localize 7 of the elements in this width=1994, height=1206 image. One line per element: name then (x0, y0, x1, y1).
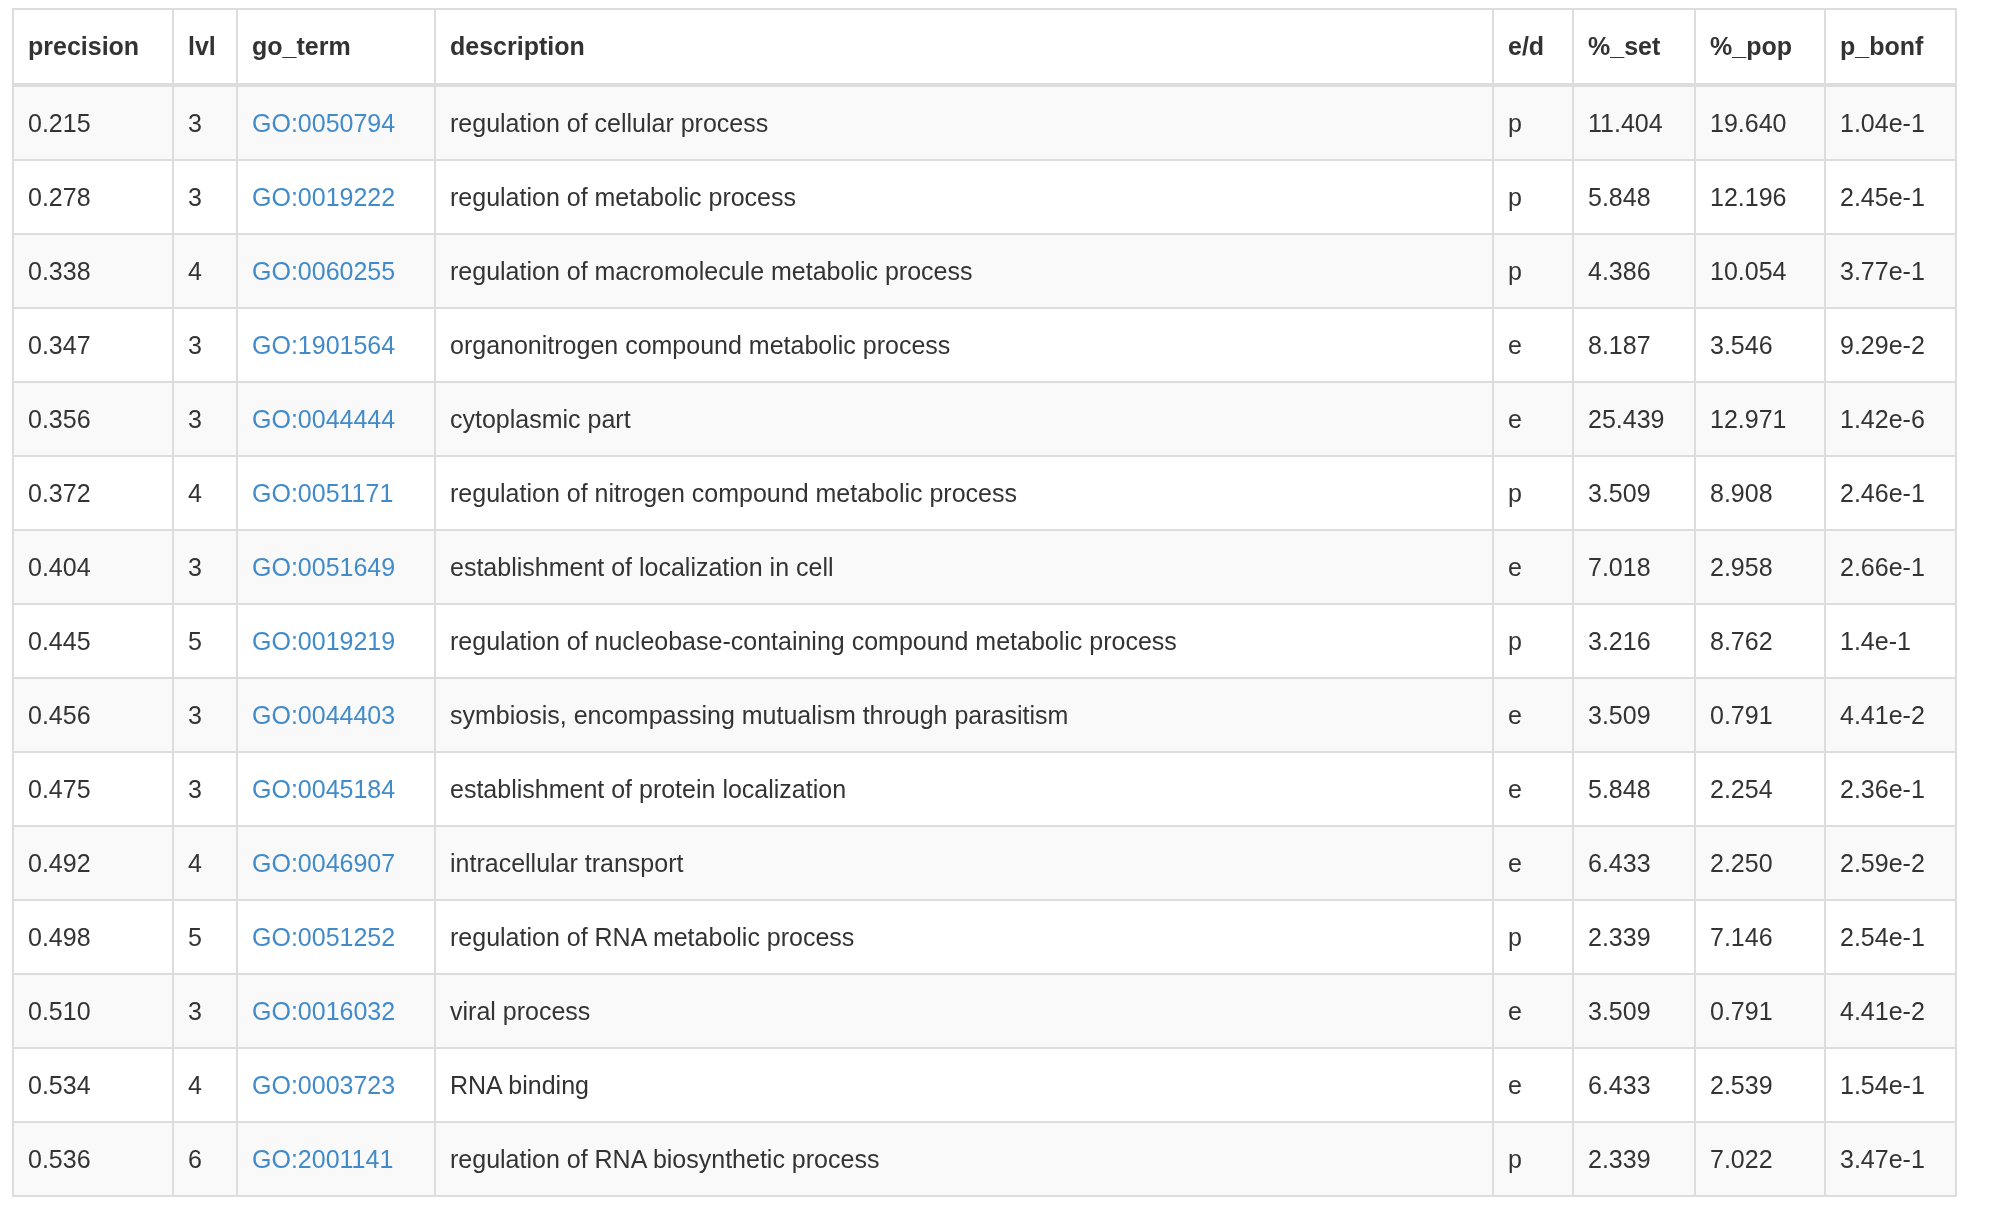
table-cell: p (1493, 1122, 1573, 1196)
table-cell: 7.022 (1695, 1122, 1825, 1196)
table-cell: 3.47e-1 (1825, 1122, 1956, 1196)
table-cell: 6 (173, 1122, 237, 1196)
table-cell: 0.536 (13, 1122, 173, 1196)
table-cell: regulation of RNA biosynthetic process (435, 1122, 1493, 1196)
table-cell: 2.339 (1573, 1122, 1695, 1196)
